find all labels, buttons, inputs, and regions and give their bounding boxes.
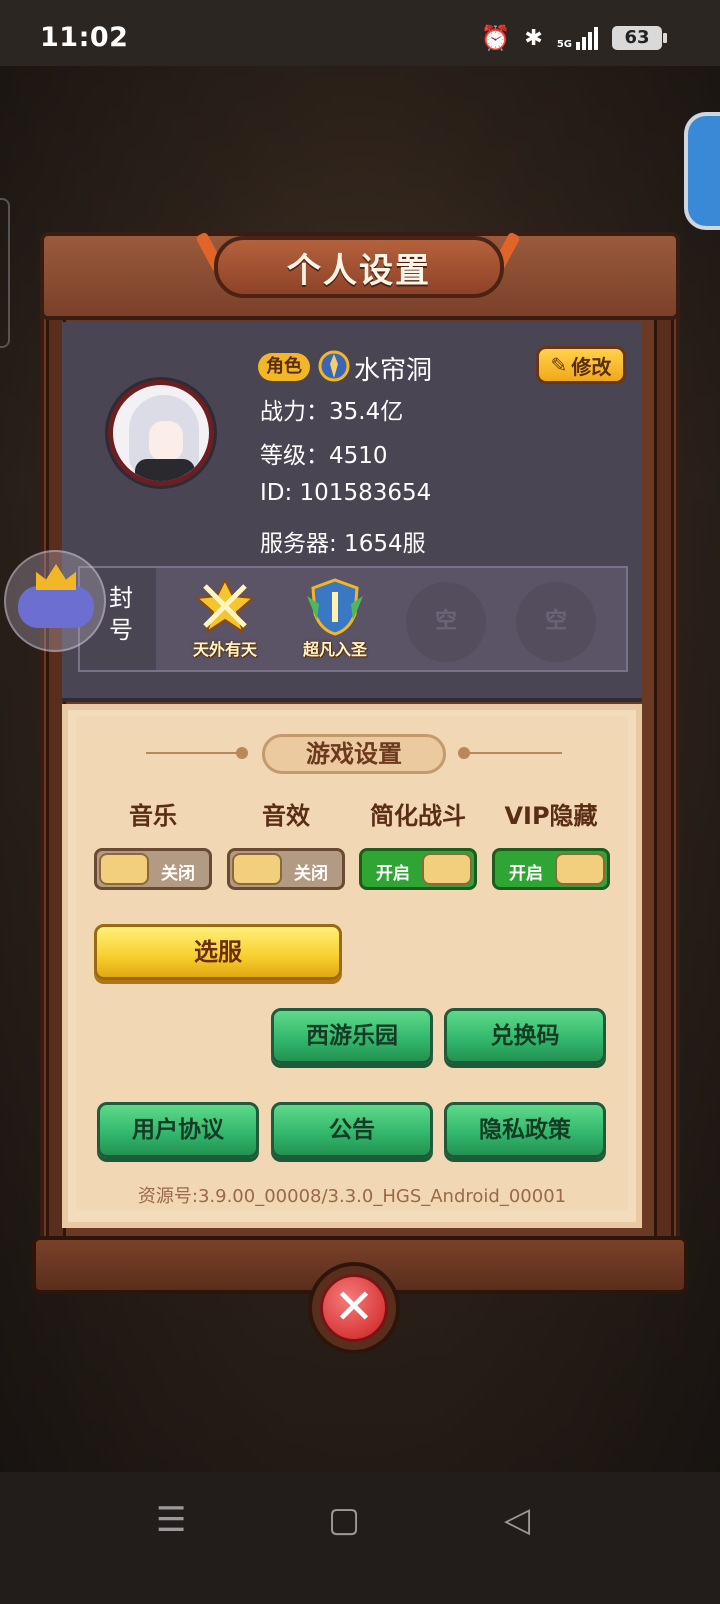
status-bar: 11:02 ⏰ ✱ 5G 63 (0, 0, 720, 66)
notice-button[interactable]: 公告 (271, 1102, 433, 1158)
server-select-button[interactable]: 选服 (94, 924, 342, 980)
titles-box: 封号 天外有天 超凡入圣 空 空 (78, 566, 628, 672)
music-toggle[interactable]: 关闭 (94, 848, 212, 890)
section-title: 游戏设置 (262, 734, 446, 774)
edit-icon: ✎ (550, 353, 568, 377)
alarm-icon: ⏰ (480, 24, 511, 52)
option-label-vip-hide: VIP隐藏 (504, 802, 598, 830)
home-icon[interactable]: ▢ (328, 1500, 360, 1540)
close-button[interactable]: ✕ (308, 1262, 400, 1354)
toggle-state: 开启 (509, 864, 543, 884)
avatar-face (149, 421, 183, 461)
toggle-state: 关闭 (161, 864, 195, 884)
user-agreement-button[interactable]: 用户协议 (97, 1102, 259, 1158)
crossed-swords-icon (194, 577, 256, 635)
gamepad-icon (18, 586, 94, 628)
park-button[interactable]: 西游乐园 (271, 1008, 433, 1064)
server-info: 服务器: 1654服 (260, 531, 426, 557)
combat-power: 战力：35.4亿 (260, 399, 404, 425)
sfx-toggle[interactable]: 关闭 (227, 848, 345, 890)
bluetooth-icon: ✱ (524, 25, 543, 51)
divider-dot-left (236, 747, 248, 759)
vip-hide-toggle[interactable]: 开启 (492, 848, 610, 890)
privacy-policy-button[interactable]: 隐私政策 (444, 1102, 606, 1158)
signal-icon: 5G (556, 26, 598, 50)
toggle-knob (232, 853, 282, 885)
title-slot-empty-2[interactable]: 空 (516, 582, 596, 662)
divider-right (468, 752, 562, 754)
title-badge-1[interactable]: 天外有天 (180, 576, 270, 666)
side-app-tab[interactable] (684, 112, 720, 230)
avatar[interactable] (108, 380, 214, 486)
status-time: 11:02 (40, 22, 129, 53)
close-icon: ✕ (320, 1274, 388, 1342)
resource-version: 资源号:3.9.00_00008/3.3.0_HGS_Android_00001 (137, 1186, 567, 1207)
role-badge: 角色 (258, 353, 310, 381)
toggle-state: 关闭 (294, 864, 328, 884)
title-badge-2[interactable]: 超凡入圣 (290, 576, 380, 666)
menu-icon[interactable]: ☰ (156, 1500, 186, 1540)
title-badge-2-label: 超凡入圣 (302, 640, 367, 659)
toggle-knob (555, 853, 605, 885)
guild-emblem-icon (318, 350, 350, 382)
status-icons: ⏰ ✱ 5G 63 (480, 24, 667, 52)
title-slot-empty-1[interactable]: 空 (406, 582, 486, 662)
edge-handle[interactable] (0, 198, 10, 348)
option-label-sfx: 音效 (262, 802, 310, 830)
toggle-knob (99, 853, 149, 885)
title-badge-1-label: 天外有天 (192, 640, 257, 659)
shield-crest-icon (307, 578, 363, 636)
floating-game-button[interactable] (4, 550, 106, 652)
title-plaque: 个人设置 (214, 236, 504, 298)
option-label-simplify-battle: 简化战斗 (370, 802, 466, 830)
network-type: 5G (556, 38, 572, 50)
page-title: 个人设置 (287, 250, 431, 291)
crown-icon (36, 564, 76, 590)
redeem-code-button[interactable]: 兑换码 (444, 1008, 606, 1064)
divider-left (146, 752, 240, 754)
edit-button[interactable]: ✎ 修改 (536, 346, 626, 384)
option-label-music: 音乐 (129, 802, 177, 830)
edit-label: 修改 (571, 354, 612, 379)
battery-icon: 63 (612, 26, 667, 50)
toggle-knob (422, 853, 472, 885)
titles-label: 封号 (109, 584, 133, 644)
simplify-battle-toggle[interactable]: 开启 (359, 848, 477, 890)
panel-post-right (654, 310, 674, 1240)
player-id: ID: 101583654 (260, 480, 432, 506)
back-icon[interactable]: ◁ (504, 1500, 530, 1540)
level: 等级：4510 (260, 443, 388, 469)
toggle-state: 开启 (376, 864, 410, 884)
role-name: 水帘洞 (354, 356, 433, 386)
